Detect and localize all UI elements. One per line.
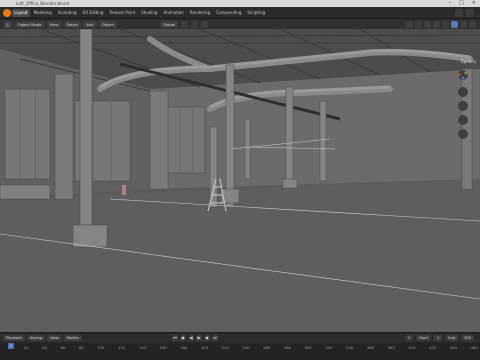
- tab-rendering[interactable]: Rendering: [188, 9, 212, 17]
- workspace-bar: Layout Modeling Sculpting UV Editing Texture…: [0, 7, 480, 19]
- xray-icon[interactable]: [433, 20, 440, 28]
- pan-icon: [458, 101, 468, 111]
- small-figure: [122, 185, 126, 195]
- timeline-header: Playback Keying View Marker ⏮ ◆ ◀ ▶ ◆ ⏭ …: [0, 332, 480, 343]
- start-label: Start: [416, 335, 431, 341]
- options-dropdown[interactable]: Options: [461, 59, 476, 64]
- ruler-tick: 100: [97, 345, 105, 350]
- tab-texture-paint[interactable]: Texture Paint: [107, 9, 137, 17]
- ruler-tick: 120: [117, 345, 126, 350]
- ruler-tick: 420: [428, 345, 437, 350]
- ruler-tick: 260: [263, 345, 271, 350]
- current-frame-field[interactable]: 1: [404, 335, 414, 341]
- proportional-edit-icon[interactable]: [201, 20, 209, 28]
- scene-icon[interactable]: [455, 9, 463, 17]
- ruler-tick: 180: [180, 345, 188, 350]
- overlay-icon[interactable]: [424, 20, 431, 28]
- ruler-tick: 440: [449, 345, 457, 350]
- tab-layout[interactable]: Layout: [12, 9, 30, 17]
- timeline-ruler[interactable]: 1 1 20 40 60 80 100 120 140 160 180 200 220 240 260 28…: [0, 343, 480, 360]
- 3d-viewport[interactable]: Options: [0, 29, 480, 332]
- end-label: End: [445, 335, 459, 341]
- playback-menu[interactable]: Playback: [3, 335, 26, 341]
- play-reverse-icon[interactable]: ◀: [188, 335, 194, 341]
- ruler-tick: 340: [346, 345, 354, 350]
- gizmo-toggle-icon[interactable]: [415, 20, 422, 28]
- scene-selector: [455, 9, 474, 17]
- end-frame-field[interactable]: 250: [461, 335, 474, 341]
- ruler-tick: 160: [159, 345, 167, 350]
- tab-sculpting[interactable]: Sculpting: [56, 9, 79, 17]
- ruler-tick: 400: [408, 345, 416, 350]
- ruler-tick: 300: [304, 345, 312, 350]
- minimize-icon[interactable]: –: [449, 0, 452, 7]
- ruler-tick: 460: [470, 345, 478, 350]
- floor: [0, 179, 480, 332]
- timeline-view-menu[interactable]: View: [47, 335, 62, 341]
- close-icon[interactable]: ×: [472, 0, 476, 7]
- visibility-icon[interactable]: [406, 20, 413, 28]
- object-menu[interactable]: Object: [98, 20, 117, 28]
- title-bar: Loft_Office_Blender.blend – □ ×: [0, 0, 480, 7]
- camera-view-icon: [458, 115, 468, 125]
- ruler-tick: 20: [23, 345, 29, 350]
- ruler-tick: 240: [242, 345, 250, 350]
- ruler-tick: 320: [325, 345, 333, 350]
- transport-controls: ⏮ ◆ ◀ ▶ ◆ ⏭: [172, 335, 218, 341]
- tab-uv-editing[interactable]: UV Editing: [81, 9, 106, 17]
- workspace-tabs: Layout Modeling Sculpting UV Editing Texture…: [12, 9, 267, 17]
- jump-end-icon[interactable]: ⏭: [212, 335, 218, 341]
- marker-menu[interactable]: Marker: [63, 335, 83, 341]
- viewport-header: ◫ Object Mode View Select Add Object Glo…: [0, 19, 480, 29]
- tab-modeling[interactable]: Modeling: [32, 9, 54, 17]
- start-frame-field[interactable]: 1: [434, 335, 443, 341]
- tab-compositing[interactable]: Compositing: [214, 9, 243, 17]
- zoom-icon: [458, 87, 468, 97]
- ruler-tick: 360: [366, 345, 375, 350]
- material-shading-icon[interactable]: [460, 20, 467, 28]
- pivot-icon[interactable]: [181, 20, 189, 28]
- select-menu[interactable]: Select: [63, 20, 82, 28]
- view-layer-icon[interactable]: [466, 9, 474, 17]
- tab-shading[interactable]: Shading: [139, 9, 159, 17]
- add-menu[interactable]: Add: [83, 20, 97, 28]
- ruler-tick: 220: [221, 345, 229, 350]
- window-controls: – □ ×: [449, 0, 476, 7]
- ruler-tick: 140: [138, 345, 146, 350]
- ruler-tick: 280: [283, 345, 292, 350]
- editor-type-button[interactable]: ◫: [3, 20, 13, 28]
- ortho-toggle-icon: [458, 129, 468, 139]
- mode-dropdown[interactable]: Object Mode: [14, 20, 45, 28]
- orientation-dropdown[interactable]: Global: [160, 20, 179, 28]
- snap-icon[interactable]: [191, 20, 199, 28]
- ruler-tick: 80: [78, 345, 84, 350]
- prev-keyframe-icon[interactable]: ◆: [180, 335, 186, 341]
- view-menu[interactable]: View: [46, 20, 62, 28]
- ruler-tick: 380: [387, 345, 395, 350]
- rendered-shading-icon[interactable]: [469, 20, 476, 28]
- solid-shading-icon[interactable]: [451, 20, 458, 28]
- blender-logo-icon[interactable]: [3, 9, 11, 17]
- window-title: Loft_Office_Blender.blend: [16, 0, 70, 6]
- ruler-tick: 1: [8, 345, 11, 350]
- scene-render: [0, 29, 480, 332]
- tab-animation[interactable]: Animation: [161, 9, 185, 17]
- ruler-tick: 40: [42, 345, 48, 350]
- jump-start-icon[interactable]: ⏮: [172, 335, 178, 341]
- tab-scripting[interactable]: Scripting: [245, 9, 267, 17]
- ruler-tick: 60: [60, 345, 66, 350]
- radiator: [0, 184, 51, 200]
- play-icon[interactable]: ▶: [196, 335, 202, 341]
- ruler-tick: 200: [200, 345, 209, 350]
- keying-menu[interactable]: Keying: [27, 335, 46, 341]
- wireframe-shading-icon[interactable]: [442, 20, 449, 28]
- maximize-icon[interactable]: □: [459, 0, 464, 7]
- ruler-ticks: 1 20 40 60 80 100 120 140 160 180 200 220 240 260 280 3…: [8, 345, 478, 350]
- next-keyframe-icon[interactable]: ◆: [204, 335, 210, 341]
